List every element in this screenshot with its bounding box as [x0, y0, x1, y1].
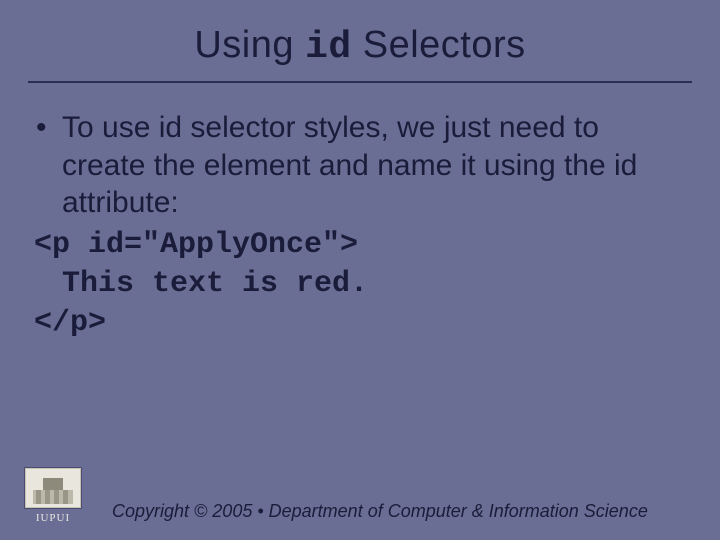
code-block: <p id="ApplyOnce"> This text is red. </p…: [34, 226, 686, 343]
iupui-logo: IUPUI: [24, 467, 82, 524]
slide-footer: IUPUI Copyright © 2005 • Department of C…: [0, 467, 720, 524]
title-code: id: [305, 26, 352, 69]
code-line-3: </p>: [34, 304, 686, 343]
logo-image: [24, 467, 82, 509]
logo-label: IUPUI: [24, 512, 82, 524]
title-underline: [28, 81, 692, 83]
code-line-1: <p id="ApplyOnce">: [34, 226, 686, 265]
bullet-item: • To use id selector styles, we just nee…: [34, 109, 686, 222]
code-line-2: This text is red.: [34, 265, 686, 304]
title-post: Selectors: [352, 24, 526, 66]
slide-body: • To use id selector styles, we just nee…: [28, 109, 692, 343]
bullet-mark: •: [34, 109, 62, 222]
title-pre: Using: [194, 24, 305, 66]
slide-title: Using id Selectors: [28, 24, 692, 69]
copyright-text: Copyright © 2005 • Department of Compute…: [112, 501, 696, 524]
slide: Using id Selectors • To use id selector …: [0, 0, 720, 540]
bullet-text: To use id selector styles, we just need …: [62, 109, 686, 222]
